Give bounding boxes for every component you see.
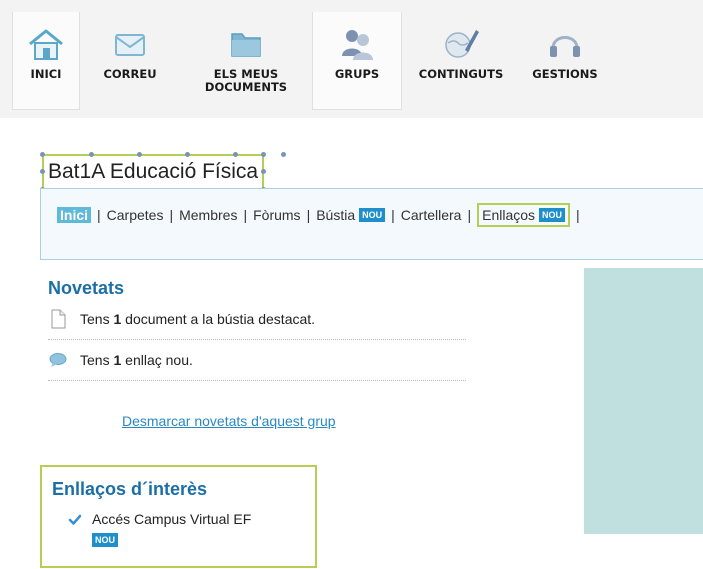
group-title-text: Bat1A Educació Física (48, 160, 259, 183)
novetat-item: Tens 1 enllaç nou. (48, 340, 466, 381)
submenu-carpetes[interactable]: Carpetes (107, 207, 164, 223)
submenu-enllacos-highlight: Enllaços NOU (477, 203, 571, 227)
nav-gestions[interactable]: GESTIONS (520, 12, 610, 110)
links-of-interest-heading: Enllaços d´interès (52, 479, 208, 499)
submenu-separator: | (467, 207, 472, 223)
nav-grups-label: GRUPS (334, 67, 380, 81)
new-badge: NOU (92, 533, 118, 547)
submenu-separator: | (243, 207, 248, 223)
novetat-text: Tens 1 document a la bústia destacat. (80, 311, 315, 327)
novetat-text: Tens 1 enllaç nou. (80, 352, 193, 368)
nav-correu-label: CORREU (103, 67, 157, 81)
new-badge: NOU (539, 208, 566, 222)
nav-inici-label: INICI (30, 67, 62, 81)
submenu-enllacos[interactable]: Enllaços (482, 207, 535, 223)
campus-virtual-link[interactable]: Accés Campus Virtual EF (92, 510, 251, 528)
main-nav: INICI CORREU ELS MEUS DOCUMENTS GRUPS CO… (12, 12, 610, 112)
nav-correu[interactable]: CORREU (80, 12, 180, 110)
nav-continguts-label: CONTINGUTS (418, 67, 504, 81)
nav-inici[interactable]: INICI (12, 12, 80, 110)
submenu-bustia[interactable]: Bústia (316, 207, 355, 223)
side-panel (584, 268, 703, 534)
novetats-section: Novetats Tens 1 document a la bústia des… (48, 278, 466, 381)
submenu-separator: | (97, 207, 101, 223)
submenu-forums[interactable]: Fòrums (253, 207, 300, 223)
selection-handle (40, 152, 45, 157)
selection-handle (185, 152, 190, 157)
selection-handle (281, 152, 286, 157)
submenu-inici[interactable]: Inici (57, 207, 92, 223)
home-icon (29, 29, 63, 60)
links-of-interest-section: Enllaços d´interès Accés Campus Virtual … (40, 465, 317, 568)
selection-handle (40, 169, 45, 174)
submenu-separator: | (391, 207, 395, 223)
nav-els-meus-documents-label: ELS MEUS DOCUMENTS (204, 67, 288, 94)
link-content: Accés Campus Virtual EF NOU (92, 510, 251, 547)
nav-els-meus-documents[interactable]: ELS MEUS DOCUMENTS (180, 12, 312, 110)
selection-handle (137, 152, 142, 157)
group-title: Bat1A Educació Física (40, 152, 286, 192)
novetat-suffix: enllaç nou. (121, 352, 193, 368)
novetat-item: Tens 1 document a la bústia destacat. (48, 299, 466, 340)
submenu-separator: | (169, 207, 174, 223)
selection-handle (261, 152, 267, 157)
selection-handle (233, 152, 238, 157)
nav-continguts[interactable]: CONTINGUTS (402, 12, 520, 110)
users-icon (342, 30, 373, 60)
novetat-prefix: Tens (80, 352, 114, 368)
group-submenu: Inici | Carpetes | Membres | Fòrums | Bú… (40, 188, 703, 260)
novetats-heading: Novetats (48, 278, 125, 298)
globe-pen-icon (445, 30, 479, 58)
nav-grups[interactable]: GRUPS (312, 12, 402, 110)
novetat-prefix: Tens (80, 311, 114, 327)
envelope-icon (115, 34, 145, 56)
headset-icon (550, 36, 580, 57)
folder-icon (231, 33, 261, 57)
submenu-separator: | (576, 207, 580, 223)
new-badge: NOU (359, 208, 386, 222)
novetat-suffix: document a la bústia destacat. (121, 311, 316, 327)
list-item: Accés Campus Virtual EF NOU (52, 510, 315, 547)
nav-gestions-label: GESTIONS (532, 67, 598, 81)
submenu-cartellera[interactable]: Cartellera (401, 207, 462, 223)
submenu-separator: | (306, 207, 311, 223)
submenu-membres[interactable]: Membres (179, 207, 237, 223)
checkmark-icon (68, 514, 82, 525)
top-navigation: INICI CORREU ELS MEUS DOCUMENTS GRUPS CO… (0, 0, 703, 118)
document-icon (51, 309, 66, 329)
submenu-row: Inici | Carpetes | Membres | Fòrums | Bú… (57, 203, 586, 227)
clear-novetats-link[interactable]: Desmarcar novetats d'aquest grup (122, 413, 336, 429)
speech-bubble-icon (49, 353, 67, 367)
selection-handle (89, 152, 94, 157)
selection-handle (261, 169, 267, 174)
